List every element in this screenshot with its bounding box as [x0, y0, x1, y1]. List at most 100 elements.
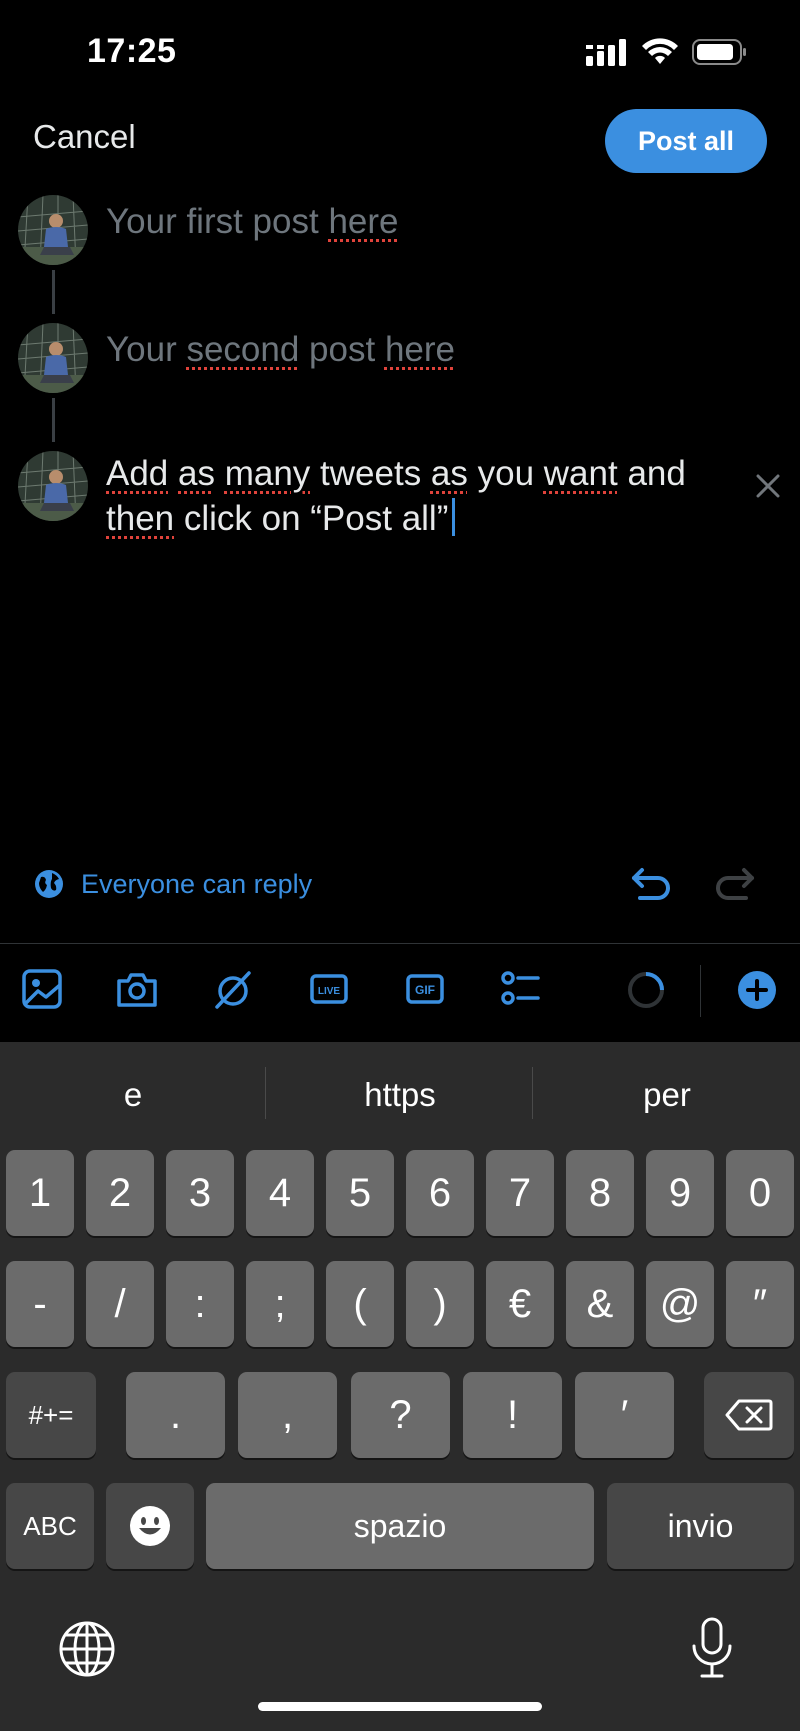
- key[interactable]: @: [646, 1261, 714, 1347]
- toolbar-separator: [700, 965, 701, 1017]
- key[interactable]: &: [566, 1261, 634, 1347]
- post-input-2[interactable]: Your second post here: [106, 327, 455, 372]
- post-text: you: [467, 454, 544, 493]
- key[interactable]: 8: [566, 1150, 634, 1236]
- undo-icon[interactable]: [628, 862, 674, 906]
- grok-icon[interactable]: [211, 967, 255, 1011]
- signal-icon: [586, 39, 626, 66]
- thread-post-3[interactable]: Add as many tweets as you want and then …: [18, 451, 788, 551]
- keyboard: e https per 1 2 3 4 5 6 7 8 9 0 - / : ; …: [0, 1042, 800, 1731]
- camera-icon[interactable]: [115, 967, 159, 1011]
- status-icons: [586, 38, 748, 66]
- misspelled-word: here: [328, 202, 399, 241]
- key[interactable]: 3: [166, 1150, 234, 1236]
- misspelled-word: many: [224, 454, 311, 493]
- key[interactable]: 1: [6, 1150, 74, 1236]
- key[interactable]: (: [326, 1261, 394, 1347]
- status-bar: 17:25: [0, 0, 800, 100]
- suggestion-item[interactable]: per: [534, 1076, 800, 1114]
- avatar: [18, 451, 88, 521]
- globe-icon: [35, 870, 63, 898]
- redo-icon[interactable]: [712, 862, 758, 906]
- misspelled-word: as: [430, 454, 468, 493]
- misspelled-word: want: [543, 454, 618, 493]
- suggestion-bar: e https per: [0, 1042, 800, 1147]
- misspelled-word: Add: [106, 454, 169, 493]
- globe-icon[interactable]: [58, 1620, 116, 1678]
- thread-connector: [52, 398, 55, 442]
- avatar: [18, 195, 88, 265]
- return-key[interactable]: invio: [607, 1483, 794, 1569]
- gif-label: GIF: [415, 983, 435, 997]
- misspelled-word: then: [106, 499, 175, 538]
- wifi-icon: [642, 38, 678, 64]
- image-icon[interactable]: [20, 967, 64, 1011]
- suggestion-item[interactable]: e: [0, 1076, 266, 1114]
- key[interactable]: -: [6, 1261, 74, 1347]
- cancel-button[interactable]: Cancel: [33, 118, 136, 156]
- key[interactable]: 0: [726, 1150, 794, 1236]
- post-text: click on “Post all”: [174, 499, 449, 538]
- post-input-1[interactable]: Your first post here: [106, 199, 399, 244]
- key[interactable]: ,: [238, 1372, 337, 1458]
- compose-toolbar: LIVE GIF: [0, 955, 800, 1040]
- key[interactable]: 2: [86, 1150, 154, 1236]
- close-icon[interactable]: [752, 470, 784, 502]
- post-text: [168, 454, 178, 493]
- post-all-button[interactable]: Post all: [605, 109, 767, 173]
- post-text: [215, 454, 225, 493]
- poll-icon[interactable]: [498, 967, 542, 1011]
- emoji-icon: [130, 1506, 170, 1546]
- key[interactable]: ;: [246, 1261, 314, 1347]
- key[interactable]: ): [406, 1261, 474, 1347]
- post-text: and: [617, 454, 686, 493]
- divider: [265, 1067, 266, 1119]
- divider: [0, 943, 800, 944]
- thread-post-1[interactable]: Your first post here: [18, 195, 788, 275]
- key[interactable]: 4: [246, 1150, 314, 1236]
- key[interactable]: ?: [351, 1372, 450, 1458]
- post-input-3[interactable]: Add as many tweets as you want and then …: [106, 451, 746, 541]
- emoji-key[interactable]: [106, 1483, 194, 1569]
- text-cursor: [452, 498, 456, 536]
- placeholder-text: Your first post: [106, 202, 329, 241]
- key[interactable]: ″: [726, 1261, 794, 1347]
- thread-connector: [52, 270, 55, 314]
- key[interactable]: 7: [486, 1150, 554, 1236]
- backspace-icon: [725, 1399, 773, 1431]
- home-indicator[interactable]: [258, 1702, 542, 1711]
- misspelled-word: as: [178, 454, 215, 493]
- avatar: [18, 323, 88, 393]
- misspelled-word: here: [384, 330, 455, 369]
- live-icon[interactable]: LIVE: [307, 967, 351, 1011]
- divider: [532, 1067, 533, 1119]
- character-counter-icon: [628, 972, 664, 1008]
- key[interactable]: €: [486, 1261, 554, 1347]
- key[interactable]: !: [463, 1372, 562, 1458]
- key[interactable]: /: [86, 1261, 154, 1347]
- symbols-toggle-key[interactable]: #+=: [6, 1372, 96, 1458]
- thread-post-2[interactable]: Your second post here: [18, 323, 788, 403]
- post-text: tweets: [310, 454, 431, 493]
- reply-settings-button[interactable]: Everyone can reply: [33, 868, 312, 900]
- key[interactable]: .: [126, 1372, 225, 1458]
- status-time: 17:25: [87, 32, 177, 70]
- key[interactable]: 5: [326, 1150, 394, 1236]
- key[interactable]: ′: [575, 1372, 674, 1458]
- microphone-icon[interactable]: [688, 1616, 736, 1680]
- reply-settings-label: Everyone can reply: [81, 868, 313, 899]
- gif-icon[interactable]: GIF: [403, 967, 447, 1011]
- backspace-key[interactable]: [704, 1372, 794, 1458]
- key[interactable]: 6: [406, 1150, 474, 1236]
- misspelled-word: second: [186, 330, 300, 369]
- live-label: LIVE: [318, 986, 341, 997]
- key[interactable]: :: [166, 1261, 234, 1347]
- key[interactable]: 9: [646, 1150, 714, 1236]
- add-post-icon[interactable]: [736, 969, 778, 1011]
- abc-key[interactable]: ABC: [6, 1483, 94, 1569]
- placeholder-text: Your: [106, 330, 187, 369]
- battery-icon: [692, 39, 746, 65]
- placeholder-text: post: [299, 330, 385, 369]
- space-key[interactable]: spazio: [206, 1483, 594, 1569]
- suggestion-item[interactable]: https: [267, 1076, 533, 1114]
